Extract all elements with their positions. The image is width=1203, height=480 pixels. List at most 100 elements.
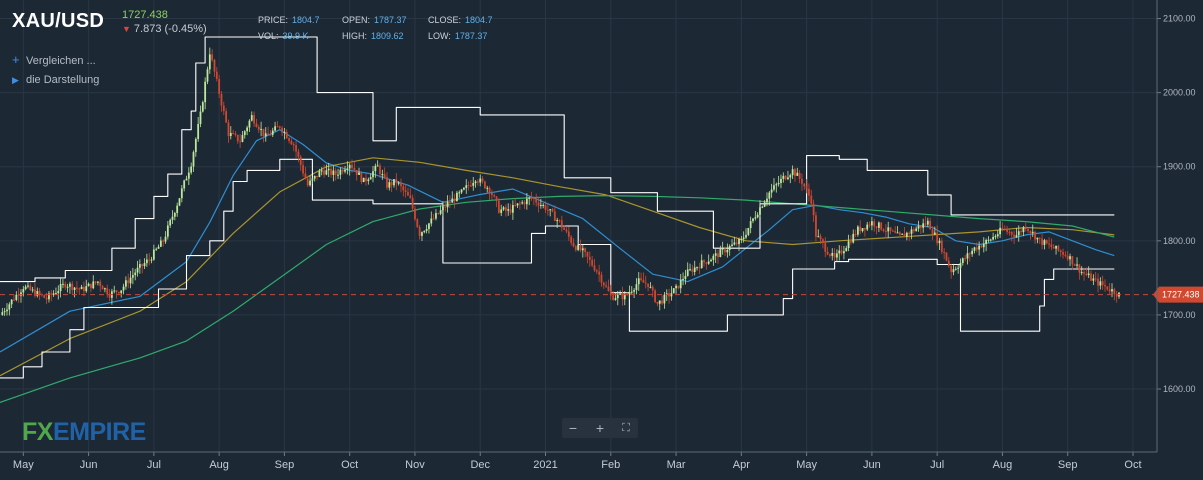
candle-body [1071, 256, 1074, 265]
candle-body [633, 290, 635, 292]
candle-body [185, 178, 188, 181]
candle-body [131, 275, 134, 278]
candle-body [1066, 255, 1069, 260]
candle-body [257, 126, 260, 130]
candle-body [609, 291, 612, 296]
candle-body [917, 225, 920, 229]
candle-body [504, 207, 507, 211]
candle-body [94, 281, 97, 283]
candle-body [889, 227, 892, 231]
candle-body [602, 282, 605, 286]
candle-body [395, 179, 398, 183]
candle-body [20, 292, 22, 296]
candle-body [435, 213, 437, 219]
candle-body [148, 259, 151, 261]
candle-body [472, 183, 475, 186]
candle-body [120, 290, 123, 294]
candle-body [628, 292, 631, 295]
candle-body [157, 246, 160, 249]
candle-body [115, 290, 118, 293]
candle-body [78, 288, 81, 290]
candle-body [225, 111, 228, 123]
candle-body [574, 246, 577, 250]
compare-button[interactable]: + Vergleichen ... [12, 53, 99, 73]
candle-body [449, 201, 451, 203]
candle-body [6, 309, 8, 312]
candle-body [563, 227, 566, 230]
candle-body [959, 263, 962, 268]
candle-body [178, 198, 181, 206]
price-chart[interactable]: 1727.438 1600.00 1700.00 1800.00 1900.00 200… [0, 0, 1203, 480]
candle-body [339, 169, 342, 175]
candle-body [87, 283, 90, 287]
candle-body [69, 283, 71, 287]
candle-body [71, 283, 74, 290]
fullscreen-button[interactable]: ⛶ [615, 418, 637, 438]
x-tick-label: Mar [667, 459, 686, 471]
candle-body [980, 245, 983, 248]
candle-body [50, 293, 53, 295]
candle-body [1076, 264, 1078, 266]
candle-body [577, 244, 580, 250]
y-tick-label: 1800.00 [1163, 236, 1196, 246]
candle-body [162, 240, 165, 242]
candle-body [780, 178, 782, 184]
candle-body [894, 231, 897, 233]
candle-body [798, 172, 801, 179]
chart-area[interactable]: 1727.438 1600.00 1700.00 1800.00 1900.00 200… [0, 0, 1203, 480]
candle-body [136, 267, 139, 273]
candle-body [246, 127, 249, 132]
x-tick-label: 2021 [533, 459, 557, 471]
candle-body [686, 269, 689, 276]
candle-body [1038, 237, 1041, 239]
candle-body [409, 195, 412, 198]
candle-body [83, 286, 85, 292]
candle-body [1022, 227, 1025, 233]
candle-body [584, 248, 587, 252]
candle-body [1099, 281, 1102, 286]
x-tick-label: Jun [863, 459, 881, 471]
candle-body [309, 180, 311, 186]
x-tick-label: Feb [601, 459, 620, 471]
candle-body [1064, 254, 1067, 256]
candle-body [1087, 273, 1090, 276]
x-tick-label: Nov [405, 459, 425, 471]
candle-body [248, 120, 251, 128]
zoom-in-button[interactable]: + [589, 418, 611, 438]
candle-body [847, 241, 850, 249]
candle-body [954, 268, 957, 270]
candle-body [943, 251, 946, 253]
candle-body [1055, 245, 1057, 249]
candle-body [497, 201, 500, 213]
candle-body [229, 132, 232, 137]
candle-body [299, 156, 302, 166]
candle-body [635, 284, 638, 291]
candle-body [362, 177, 365, 183]
candle-body [323, 170, 325, 175]
candle-body [675, 285, 677, 289]
candle-body [150, 259, 153, 261]
candle-body [901, 233, 904, 235]
candle-body [1094, 278, 1097, 280]
candle-body [945, 252, 948, 261]
candle-body [784, 175, 787, 180]
candle-body [880, 222, 883, 230]
candle-body [903, 233, 906, 237]
candle-body [446, 201, 449, 208]
candle-body [763, 202, 766, 207]
candle-body [658, 300, 661, 304]
candle-body [964, 258, 967, 260]
candle-body [57, 291, 60, 294]
candle-body [644, 282, 647, 284]
candle-body [1048, 243, 1050, 245]
candle-body [745, 234, 747, 238]
display-button[interactable]: ▶ die Darstellung [12, 73, 99, 93]
candle-body [710, 259, 712, 262]
candle-body [269, 134, 272, 136]
zoom-out-button[interactable]: − [562, 418, 584, 438]
candle-body [693, 267, 696, 272]
candle-body [171, 216, 174, 220]
candle-body [1013, 234, 1015, 237]
plus-icon: + [595, 420, 605, 436]
candle-body [996, 234, 999, 237]
